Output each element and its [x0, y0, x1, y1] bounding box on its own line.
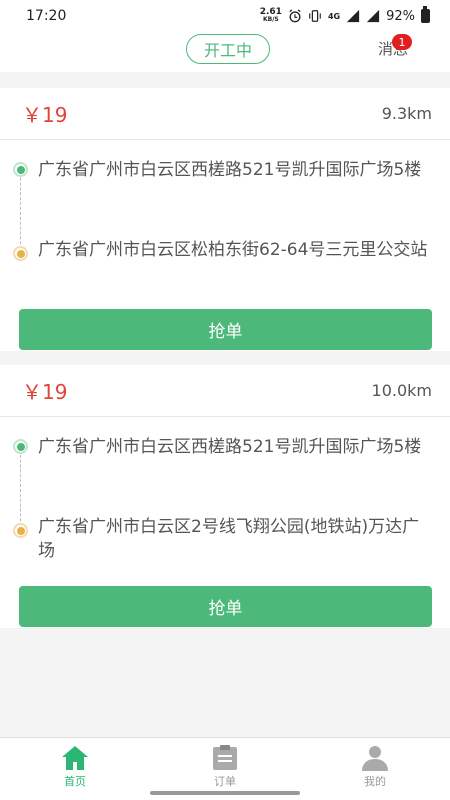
home-icon	[62, 746, 88, 770]
signal-2-icon	[366, 9, 380, 23]
signal-icon	[346, 9, 360, 23]
start-point-icon	[13, 439, 28, 454]
end-point-icon	[13, 246, 28, 261]
status-time: 17:20	[26, 8, 67, 24]
battery-icon	[421, 6, 430, 23]
order-price: ￥19	[22, 380, 68, 404]
orders-icon	[213, 745, 237, 770]
order-route: 广东省广州市白云区西槎路521号凯升国际广场5楼 广东省广州市白云区松柏东街62…	[0, 140, 450, 308]
net-speed-value: 2.61	[259, 7, 282, 17]
nav-item-label: 首页	[64, 775, 86, 788]
alarm-icon	[289, 9, 301, 23]
order-card-header: ￥19 10.0km	[0, 365, 450, 417]
profile-icon	[362, 746, 388, 771]
order-distance: 10.0km	[371, 381, 432, 400]
order-route: 广东省广州市白云区西槎路521号凯升国际广场5楼 广东省广州市白云区2号线飞翔公…	[0, 417, 450, 585]
start-address: 广东省广州市白云区西槎路521号凯升国际广场5楼	[38, 160, 422, 180]
nav-item-home[interactable]: 首页	[0, 738, 150, 800]
end-point-icon	[13, 523, 28, 538]
nav-item-label: 订单	[214, 775, 236, 788]
route-line	[20, 445, 21, 531]
net-speed-unit: KB/S	[262, 16, 279, 23]
route-line	[20, 168, 21, 254]
start-address: 广东省广州市白云区西槎路521号凯升国际广场5楼	[38, 437, 422, 457]
work-status-label: 开工中	[203, 41, 252, 60]
order-card-header: ￥19 9.3km	[0, 88, 450, 140]
home-indicator[interactable]	[150, 791, 300, 795]
end-address: 广东省广州市白云区松柏东街62-64号三元里公交站	[38, 240, 428, 260]
grab-order-button[interactable]: 抢单	[19, 309, 432, 350]
start-point-icon	[13, 162, 28, 177]
net-speed: 2.61 KB/S	[260, 8, 282, 24]
network-type: 4G	[327, 11, 341, 21]
top-header: 开工中 消息 1	[0, 32, 450, 72]
nav-item-label: 我的	[364, 775, 386, 788]
vibrate-icon	[309, 10, 321, 22]
work-status-toggle[interactable]: 开工中	[186, 34, 270, 64]
nav-item-profile[interactable]: 我的	[300, 738, 450, 800]
grab-order-button[interactable]: 抢单	[19, 586, 432, 627]
order-card: ￥19 9.3km 广东省广州市白云区西槎路521号凯升国际广场5楼 广东省广州…	[0, 88, 450, 351]
status-bar: 17:20 2.61 KB/S 4G 92%	[0, 0, 450, 32]
order-card: ￥19 10.0km 广东省广州市白云区西槎路521号凯升国际广场5楼 广东省广…	[0, 365, 450, 628]
order-price: ￥19	[22, 103, 68, 127]
order-list: ￥19 9.3km 广东省广州市白云区西槎路521号凯升国际广场5楼 广东省广州…	[0, 88, 450, 642]
order-distance: 9.3km	[381, 104, 432, 123]
messages-badge: 1	[392, 34, 412, 50]
battery-level: 92%	[386, 8, 415, 24]
end-address: 广东省广州市白云区2号线飞翔公园(地铁站)万达广场	[38, 517, 420, 561]
status-icons: 2.61 KB/S 4G 92%	[260, 6, 430, 24]
